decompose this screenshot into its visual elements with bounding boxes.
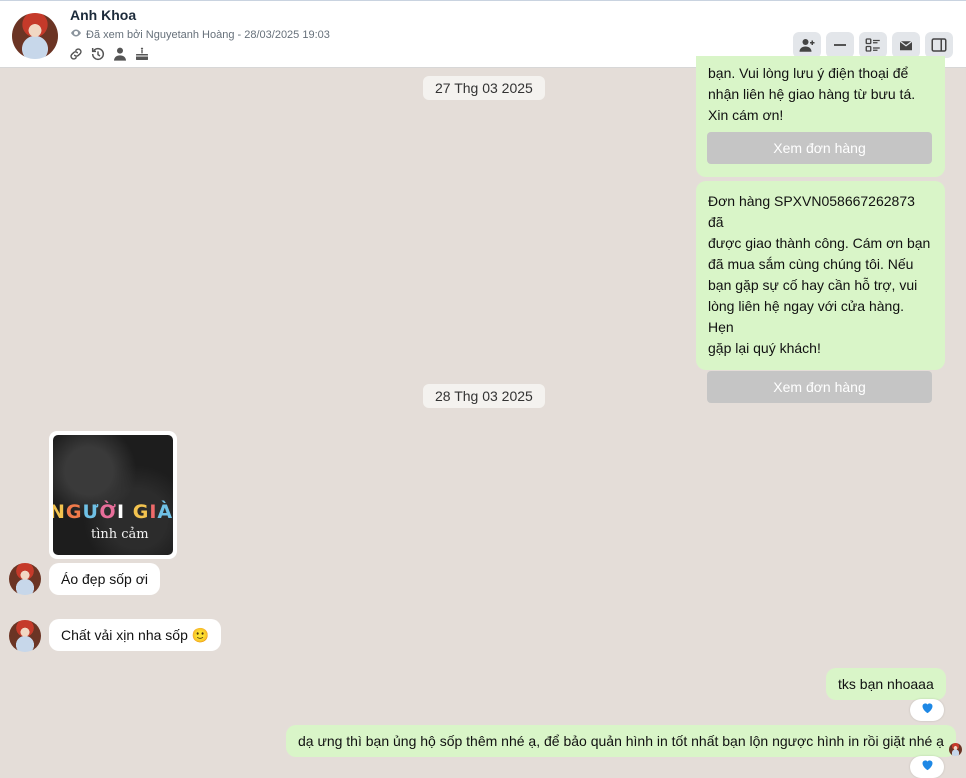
read-receipt-avatar bbox=[949, 743, 962, 756]
view-order-button[interactable]: Xem đơn hàng bbox=[707, 371, 932, 403]
date-separator: 27 Thg 03 2025 bbox=[423, 76, 545, 100]
message-line: nhận liên hệ giao hàng từ bưu tá. bbox=[708, 86, 916, 102]
eye-icon bbox=[70, 27, 82, 42]
message-line: được giao thành công. Cám ơn bạn bbox=[708, 235, 931, 251]
message-line: Xin cám ơn! bbox=[708, 107, 784, 123]
order-shipping-text: bạn. Vui lòng lưu ý điện thoại để nhận l… bbox=[708, 63, 933, 126]
outgoing-message: tks bạn nhoaaa bbox=[826, 668, 946, 700]
minimize-button[interactable] bbox=[826, 32, 854, 58]
shirt-photo: NGƯỜI GIÀ tình cảm bbox=[53, 435, 173, 555]
reaction-badge[interactable] bbox=[910, 699, 944, 721]
order-delivered-message: Đơn hàng SPXVN058667262873 đã được giao … bbox=[696, 181, 945, 403]
mailbox-button[interactable] bbox=[892, 32, 920, 58]
header-toolbar bbox=[793, 32, 953, 58]
order-delivered-text: Đơn hàng SPXVN058667262873 đã được giao … bbox=[708, 191, 933, 359]
sender-avatar[interactable] bbox=[9, 563, 41, 595]
add-friend-button[interactable] bbox=[793, 32, 821, 58]
birthday-cake-icon[interactable] bbox=[134, 46, 150, 62]
message-line: Đơn hàng SPXVN058667262873 đã bbox=[708, 193, 915, 230]
seen-status: Đã xem bởi Nguyetanh Hoàng - 28/03/2025 … bbox=[70, 27, 330, 42]
contact-name[interactable]: Anh Khoa bbox=[70, 7, 136, 23]
link-icon[interactable] bbox=[68, 46, 84, 62]
message-line: gặp lại quý khách! bbox=[708, 340, 821, 356]
contact-avatar[interactable] bbox=[12, 13, 58, 59]
shirt-print-text: NGƯỜI GIÀ bbox=[53, 501, 173, 523]
incoming-message: Chất vải xịn nha sốp 🙂 bbox=[49, 619, 222, 651]
photo-message[interactable]: NGƯỜI GIÀ tình cảm bbox=[49, 431, 177, 559]
header-quick-icons bbox=[68, 46, 150, 62]
reaction-badge[interactable] bbox=[910, 756, 944, 778]
message-line: bạn gặp sự cố hay cần hỗ trợ, vui bbox=[708, 277, 918, 293]
seen-text: Đã xem bởi Nguyetanh Hoàng - 28/03/2025 … bbox=[86, 28, 330, 41]
message-line: lòng liên hệ ngay với cửa hàng. Hẹn bbox=[708, 298, 905, 335]
toggle-sidebar-button[interactable] bbox=[925, 32, 953, 58]
message-line: bạn. Vui lòng lưu ý điện thoại để bbox=[708, 65, 909, 81]
history-icon[interactable] bbox=[90, 46, 106, 62]
heart-icon bbox=[920, 757, 935, 777]
view-order-button[interactable]: Xem đơn hàng bbox=[707, 132, 932, 164]
message-line: đã mua sắm cùng chúng tôi. Nếu bbox=[708, 256, 914, 272]
chat-info-list-button[interactable] bbox=[859, 32, 887, 58]
heart-icon bbox=[920, 700, 935, 720]
person-icon[interactable] bbox=[112, 46, 128, 62]
order-shipping-message: bạn. Vui lòng lưu ý điện thoại để nhận l… bbox=[696, 56, 945, 177]
shirt-print-subtext: tình cảm bbox=[91, 527, 149, 542]
date-separator: 28 Thg 03 2025 bbox=[423, 384, 545, 408]
sender-avatar[interactable] bbox=[9, 620, 41, 652]
outgoing-message: dạ ưng thì bạn ủng hộ sốp thêm nhé ạ, để… bbox=[286, 725, 956, 757]
incoming-message: Áo đẹp sốp ơi bbox=[49, 563, 161, 595]
